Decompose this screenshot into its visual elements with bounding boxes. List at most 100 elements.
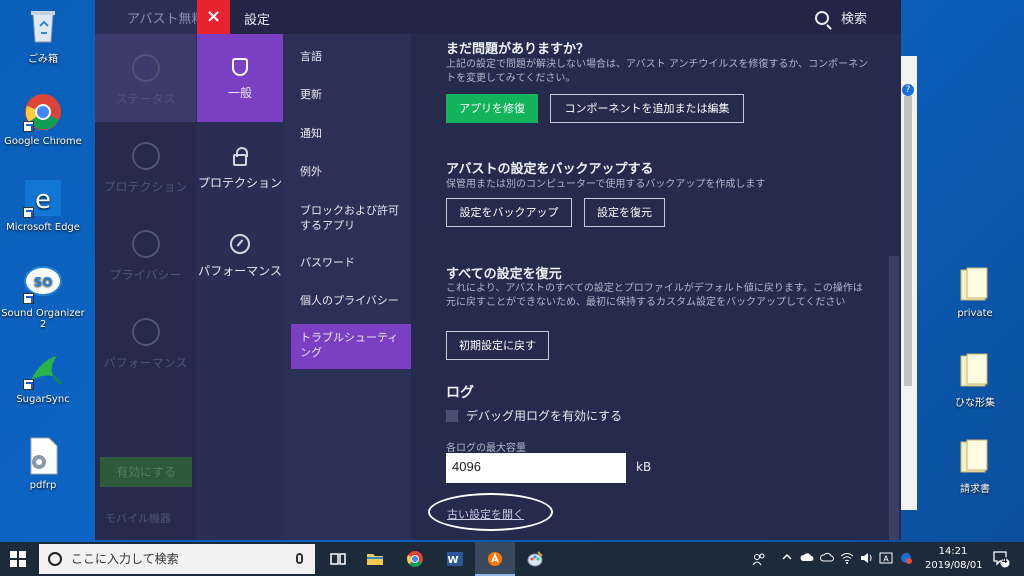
desktop-icon-sound-organizer[interactable]: SO Sound Organizer 2: [0, 264, 86, 330]
desktop-icon-private[interactable]: private: [932, 264, 1018, 319]
folder-icon: [367, 554, 383, 565]
wifi-icon[interactable]: [840, 552, 854, 567]
desktop-icon-invoices[interactable]: 請求書: [932, 436, 1018, 495]
taskbar-chrome[interactable]: [395, 542, 435, 576]
desktop-icon-label: Microsoft Edge: [6, 222, 80, 233]
category-performance[interactable]: パフォーマンス: [197, 210, 283, 298]
svg-text:A: A: [883, 555, 889, 564]
people-icon[interactable]: [752, 552, 766, 569]
debug-log-label: デバッグ用ログを有効にする: [466, 409, 623, 423]
search-button[interactable]: 検索: [814, 8, 867, 27]
desktop-icon-microsoft-edge[interactable]: e Microsoft Edge: [0, 178, 86, 233]
svg-text:SO: SO: [34, 275, 53, 289]
recycle-bin-icon: [23, 6, 63, 46]
repair-section-title: まだ問題がありますか？: [446, 42, 590, 57]
task-view-button[interactable]: [318, 542, 358, 576]
help-icon[interactable]: ?: [902, 84, 914, 96]
microphone-icon[interactable]: [296, 553, 303, 564]
ime-icon[interactable]: A: [879, 552, 893, 567]
search-label: 検索: [840, 12, 867, 27]
mobile-link[interactable]: モバイル機器: [105, 510, 171, 526]
settings-content: まだ問題がありますか？ 上記の設定で問題が解決しない場合は、アバスト アンチウイ…: [411, 34, 901, 540]
enable-button[interactable]: 有効にする: [100, 457, 192, 487]
max-log-size-label: 各ログの最大容量: [446, 443, 526, 454]
reset-defaults-button[interactable]: 初期設定に戻す: [446, 331, 549, 360]
nav-protection[interactable]: プロテクション: [95, 122, 196, 210]
desktop-icon-label: 請求書: [960, 484, 990, 495]
volume-icon[interactable]: [860, 552, 874, 567]
subnav-blocked-allowed-apps[interactable]: ブロックおよび許可するアプリ: [291, 203, 411, 233]
subnav-troubleshooting[interactable]: トラブルシューティング: [291, 324, 411, 369]
max-log-size-input[interactable]: 4096: [446, 453, 626, 483]
subnav-notifications[interactable]: 通知: [291, 126, 411, 141]
desktop-icon-google-chrome[interactable]: Google Chrome: [0, 92, 86, 147]
subnav-passwords[interactable]: パスワード: [291, 255, 411, 270]
cloud-sync-icon[interactable]: [819, 552, 834, 565]
chevron-up-icon[interactable]: [782, 552, 792, 565]
backup-section-desc: 保管用または別のコンピューターで使用するバックアップを作成します: [446, 179, 766, 190]
avast-icon: [488, 552, 502, 566]
hummingbird-icon: [23, 350, 63, 390]
scrollbar[interactable]: [904, 96, 912, 386]
taskbar-search-input[interactable]: ここに入力して検索: [39, 544, 315, 574]
nav-privacy[interactable]: プライバシー: [95, 210, 196, 298]
taskbar-file-explorer[interactable]: [355, 542, 395, 576]
dialog-header: × 設定 検索: [197, 0, 901, 34]
repair-app-button[interactable]: アプリを修復: [446, 94, 538, 123]
repair-section-desc: 上記の設定で問題が解決しない場合は、アバスト アンチウイルスを修復するか、コンポ…: [446, 59, 869, 84]
cloud-icon[interactable]: [800, 552, 814, 565]
word-icon: W: [447, 552, 463, 566]
shield-icon: [232, 58, 248, 76]
open-old-settings-link[interactable]: 古い設定を開く: [447, 506, 524, 522]
subnav-exceptions[interactable]: 例外: [291, 164, 411, 179]
debug-log-toggle[interactable]: デバッグ用ログを有効にする: [446, 407, 622, 424]
desktop-icon-label: Google Chrome: [4, 136, 82, 147]
restore-settings-button[interactable]: 設定を復元: [584, 198, 665, 227]
start-button[interactable]: [10, 551, 26, 567]
reset-section-title: すべての設定を復元: [446, 267, 562, 282]
backup-settings-button[interactable]: 設定をバックアップ: [446, 198, 572, 227]
subnav-updates[interactable]: 更新: [291, 87, 411, 102]
edge-icon: e: [23, 178, 63, 218]
clock[interactable]: 14:21 2019/08/01: [925, 545, 983, 573]
cortana-icon: [48, 552, 62, 566]
subnav-language[interactable]: 言語: [291, 49, 411, 64]
paint-icon: [527, 551, 543, 567]
subcategory-nav: 言語 更新 通知 例外 ブロックおよび許可するアプリ パスワード 個人のプライバ…: [283, 34, 411, 540]
category-general[interactable]: 一般: [197, 34, 283, 122]
desktop-icon-label: pdfrp: [29, 480, 57, 491]
taskbar-avast[interactable]: [475, 542, 515, 576]
debug-log-checkbox[interactable]: [446, 409, 458, 422]
folder-icon: [955, 264, 995, 304]
settings-dialog: × 設定 検索 一般 プロテクション パフォーマンス 言語 更新 通知 例外 ブ…: [197, 0, 901, 540]
desktop-icon-sugarsync[interactable]: SugarSync: [0, 350, 86, 405]
taskbar-word[interactable]: W: [435, 542, 475, 576]
clock-date: 2019/08/01: [925, 560, 983, 571]
desktop-icon-recycle-bin[interactable]: ごみ箱: [0, 6, 86, 65]
svg-text:W: W: [447, 555, 458, 566]
lock-icon: [233, 147, 248, 166]
backup-section-title: アバストの設定をバックアップする: [446, 162, 654, 177]
edit-components-button[interactable]: コンポーネントを追加または編集: [550, 94, 744, 123]
task-view-icon: [330, 553, 346, 565]
desktop-icon-templates[interactable]: ひな形集: [932, 350, 1018, 409]
taskbar: ここに入力して検索 W A 14:21 2019/08/01 4: [0, 542, 1024, 576]
content-scrollbar[interactable]: [889, 256, 899, 540]
subnav-personal-privacy[interactable]: 個人のプライバシー: [291, 293, 411, 308]
desktop-icon-label: ごみ箱: [28, 54, 58, 65]
folder-icon: [955, 350, 995, 390]
taskbar-paint[interactable]: [515, 542, 555, 576]
notification-center-button[interactable]: 4: [992, 550, 1010, 571]
desktop-icon-label: private: [957, 308, 993, 319]
dialog-title: 設定: [244, 13, 271, 28]
desktop-icon-pdfrp[interactable]: pdfrp: [0, 436, 86, 491]
close-button[interactable]: ×: [197, 0, 230, 34]
nav-status[interactable]: ステータス: [95, 34, 196, 122]
nav-performance[interactable]: パフォーマンス: [95, 298, 196, 386]
chrome-icon: [407, 551, 423, 567]
category-protection[interactable]: プロテクション: [197, 122, 283, 210]
svg-text:e: e: [35, 185, 51, 215]
max-log-size-unit: kB: [636, 460, 652, 474]
clock-time: 14:21: [938, 546, 968, 557]
onedrive-sync-icon[interactable]: [899, 552, 913, 567]
